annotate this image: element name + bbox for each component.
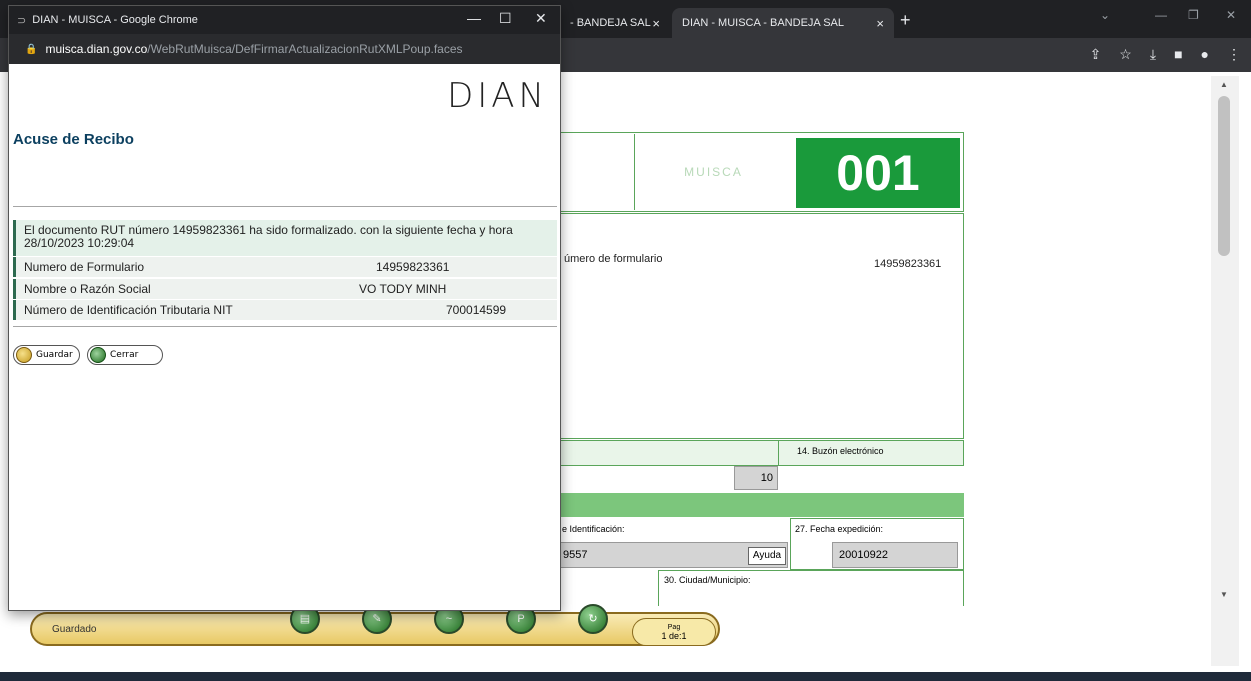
- buzon-label: 14. Buzón electrónico: [778, 440, 964, 466]
- info-value: 14959823361: [376, 260, 450, 274]
- scroll-up-icon[interactable]: ▲: [1220, 80, 1228, 89]
- minimize-icon[interactable]: —: [1155, 8, 1167, 22]
- maximize-icon[interactable]: ☐: [499, 10, 512, 27]
- tab-bandeja-1[interactable]: - BANDEJA SAL ×: [560, 8, 670, 38]
- pagination: Pag 1 de:1: [632, 618, 716, 646]
- close-label: Cerrar: [110, 350, 139, 360]
- close-window-icon[interactable]: ✕: [1226, 8, 1236, 22]
- pag-value: 1 de:1: [661, 631, 687, 641]
- form-code-badge: 001: [796, 138, 960, 208]
- close-tab-icon[interactable]: ×: [876, 16, 884, 31]
- info-row-nit: Número de Identificación Tributaria NIT …: [13, 300, 557, 320]
- save-label: Guardar: [36, 350, 73, 360]
- ident-label: e Identificación:: [562, 524, 625, 534]
- info-value: VO TODY MINH: [359, 282, 447, 296]
- info-row-razon-social: Nombre o Razón Social VO TODY MINH: [13, 279, 557, 299]
- popup-title: DIAN - MUISCA - Google Chrome: [32, 14, 198, 26]
- save-button[interactable]: Guardar: [13, 345, 80, 365]
- form-number-value: 14959823361: [874, 258, 942, 270]
- form-body: [560, 213, 964, 439]
- status-text: Guardado: [52, 624, 97, 635]
- info-label: Número de Identificación Tributaria NIT: [24, 303, 233, 317]
- save-icon: [16, 347, 32, 363]
- form-number-label: úmero de formulario: [564, 253, 663, 265]
- lock-icon: 🔒: [25, 43, 38, 55]
- refresh-orb-icon[interactable]: ↻: [578, 604, 608, 634]
- muisca-logo: MUISCA: [634, 134, 792, 210]
- download-icon[interactable]: ⤓: [1150, 46, 1156, 63]
- page-title: Acuse de Recibo: [13, 131, 134, 148]
- dian-favicon-icon: ⊃: [17, 14, 27, 27]
- ciudad-label: 30. Ciudad/Municipio:: [664, 575, 751, 585]
- profile-icon[interactable]: ●: [1201, 46, 1209, 63]
- chevron-down-icon[interactable]: ⌄: [1100, 8, 1110, 22]
- info-label: Numero de Formulario: [24, 260, 145, 274]
- url-host: muisca.dian.gov.co: [45, 42, 148, 56]
- close-tab-icon[interactable]: ×: [652, 16, 660, 31]
- star-icon[interactable]: ☆: [1119, 46, 1132, 63]
- close-button[interactable]: Cerrar: [87, 345, 163, 365]
- fecha-label: 27. Fecha expedición:: [795, 524, 884, 534]
- tab-title: - BANDEJA SAL: [570, 17, 651, 29]
- toolbar-icons: ⇪ ☆ ⤓ ■ ● ⋮: [1090, 46, 1241, 63]
- url-path: /WebRutMuisca/DefFirmarActualizacionRutX…: [147, 42, 463, 56]
- scroll-down-icon[interactable]: ▼: [1220, 590, 1228, 599]
- info-row-formulario: Numero de Formulario 14959823361: [13, 257, 557, 277]
- tab-bandeja-2[interactable]: DIAN - MUISCA - BANDEJA SAL ×: [672, 8, 894, 38]
- menu-icon[interactable]: ⋮: [1227, 46, 1241, 63]
- divider: [13, 206, 557, 207]
- ayuda-button[interactable]: Ayuda: [748, 547, 786, 565]
- sidepanel-icon[interactable]: ■: [1174, 46, 1182, 63]
- field-10[interactable]: 10: [734, 466, 778, 490]
- minimize-icon[interactable]: —: [467, 10, 481, 26]
- popup-window: ⊃ DIAN - MUISCA - Google Chrome — ☐ ✕ 🔒 …: [8, 5, 561, 611]
- section-band: [560, 493, 964, 517]
- info-value: 700014599: [446, 303, 507, 317]
- taskbar: [0, 672, 1251, 681]
- message-line2: 28/10/2023 10:29:04: [24, 236, 135, 250]
- share-icon[interactable]: ⇪: [1090, 46, 1102, 63]
- scroll-thumb[interactable]: [1218, 96, 1230, 256]
- close-icon: [90, 347, 106, 363]
- popup-address-bar[interactable]: 🔒 muisca.dian.gov.co /WebRutMuisca/DefFi…: [9, 34, 560, 64]
- new-tab-button[interactable]: +: [900, 10, 911, 31]
- dian-logo: DIAN: [447, 76, 548, 116]
- confirmation-message: El documento RUT número 14959823361 ha s…: [13, 220, 557, 256]
- close-popup-icon[interactable]: ✕: [535, 10, 547, 27]
- divider: [13, 326, 557, 327]
- restore-icon[interactable]: ❐: [1188, 8, 1199, 22]
- info-label: Nombre o Razón Social: [24, 282, 151, 296]
- tab-title: DIAN - MUISCA - BANDEJA SAL: [682, 17, 844, 29]
- fecha-field[interactable]: 20010922: [832, 542, 958, 568]
